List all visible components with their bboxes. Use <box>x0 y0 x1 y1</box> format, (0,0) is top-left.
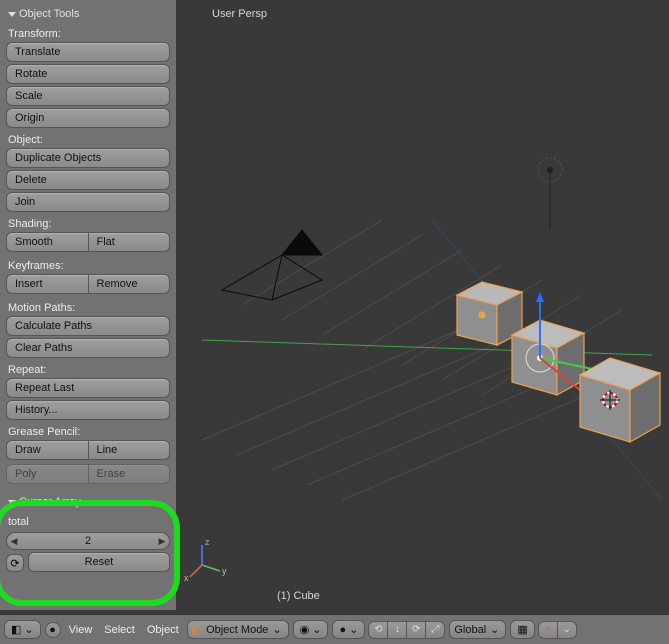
label-object: Object: <box>6 130 170 148</box>
orientation-label: Global <box>454 624 486 636</box>
refresh-icon[interactable]: ⟳ <box>6 554 24 572</box>
manipulator-toggle-group: ⟲ ↕ ⟳ ⤢ <box>369 621 445 639</box>
editor-type-menu[interactable]: ◧ ⌄ <box>4 620 41 639</box>
snap-group: ∩ ⌄ <box>539 621 577 639</box>
label-keyframes: Keyframes: <box>6 256 170 274</box>
viewport-shading-menu[interactable]: ◉ ⌄ <box>293 620 329 639</box>
label-shading: Shading: <box>6 214 170 232</box>
dot-icon: ● <box>339 624 346 636</box>
panel-title: Cursor Array <box>19 496 81 508</box>
chevron-down-icon: ⌄ <box>272 623 281 636</box>
3d-viewport[interactable]: User Persp <box>182 0 669 610</box>
chevron-down-icon: ⌄ <box>349 623 358 636</box>
sphere-icon: ◉ <box>300 623 310 636</box>
repeat-last-button[interactable]: Repeat Last <box>6 378 170 398</box>
axis-y-label: y <box>222 566 227 576</box>
view-menu[interactable]: View <box>65 624 97 636</box>
insert-keyframe-button[interactable]: Insert <box>6 274 88 294</box>
chevron-down-icon: ⌄ <box>312 623 321 636</box>
label-total: total <box>6 512 170 530</box>
manipulator-toggle[interactable]: ⟲ <box>368 621 388 639</box>
rotate-manipulator[interactable]: ⟳ <box>406 621 426 639</box>
calculate-paths-button[interactable]: Calculate Paths <box>6 316 170 336</box>
lamp-gizmo <box>538 158 562 230</box>
scale-manipulator[interactable]: ⤢ <box>425 621 445 639</box>
cube-icon: ◧ <box>192 623 202 636</box>
history-button[interactable]: History... <box>6 400 170 420</box>
object-menu[interactable]: Object <box>143 624 183 636</box>
label-motion-paths: Motion Paths: <box>6 298 170 316</box>
line-button[interactable]: Line <box>88 440 171 460</box>
translate-button[interactable]: Translate <box>6 42 170 62</box>
snap-element-menu[interactable]: ⌄ <box>557 621 577 639</box>
mode-select[interactable]: ◧ Object Mode ⌄ <box>187 620 289 639</box>
scale-button[interactable]: Scale <box>6 86 170 106</box>
delete-button[interactable]: Delete <box>6 170 170 190</box>
viewport-object-label: (1) Cube <box>277 590 320 602</box>
mini-axis-gizmo: z y x <box>184 537 227 583</box>
label-grease-pencil: Grease Pencil: <box>6 422 170 440</box>
draw-button[interactable]: Draw <box>6 440 88 460</box>
total-value: 2 <box>21 535 155 547</box>
collapse-menus-icon[interactable]: ● <box>45 622 61 638</box>
erase-button[interactable]: Erase <box>88 464 171 484</box>
axis-z-label: z <box>205 537 210 547</box>
origin-button[interactable]: Origin <box>6 108 170 128</box>
clear-paths-button[interactable]: Clear Paths <box>6 338 170 358</box>
duplicate-button[interactable]: Duplicate Objects <box>6 148 170 168</box>
join-button[interactable]: Join <box>6 192 170 212</box>
mode-label: Object Mode <box>206 624 268 636</box>
pivot-menu[interactable]: ● ⌄ <box>332 620 365 639</box>
rotate-button[interactable]: Rotate <box>6 64 170 84</box>
axis-x-label: x <box>184 573 189 583</box>
label-transform: Transform: <box>6 24 170 42</box>
smooth-button[interactable]: Smooth <box>6 232 88 252</box>
panel-title: Object Tools <box>19 8 79 20</box>
remove-keyframe-button[interactable]: Remove <box>88 274 171 294</box>
total-spinner[interactable]: ◀ 2 ▶ <box>6 532 170 550</box>
panel-header-cursor-array[interactable]: Cursor Array <box>6 492 170 512</box>
label-repeat: Repeat: <box>6 360 170 378</box>
tool-shelf: Object Tools Transform: Translate Rotate… <box>0 0 176 610</box>
3d-scene: z y x <box>182 0 669 610</box>
chevron-down-icon: ⌄ <box>24 623 33 636</box>
translate-manipulator[interactable]: ↕ <box>387 621 407 639</box>
orientation-select[interactable]: Global ⌄ <box>449 620 506 639</box>
spinner-decrement-icon[interactable]: ◀ <box>7 536 21 547</box>
reset-button[interactable]: Reset <box>28 552 170 572</box>
panel-header-object-tools[interactable]: Object Tools <box>6 4 170 24</box>
chevron-down-icon: ⌄ <box>490 623 499 636</box>
poly-button[interactable]: Poly <box>6 464 88 484</box>
viewport-header: ◧ ⌄ ● View Select Object ◧ Object Mode ⌄… <box>0 614 669 644</box>
cube-icon: ◧ <box>11 623 21 636</box>
flat-button[interactable]: Flat <box>88 232 171 252</box>
spinner-increment-icon[interactable]: ▶ <box>155 536 169 547</box>
layers-button[interactable]: ▦ <box>510 620 534 639</box>
select-menu[interactable]: Select <box>100 624 139 636</box>
magnet-icon[interactable]: ∩ <box>538 621 558 639</box>
